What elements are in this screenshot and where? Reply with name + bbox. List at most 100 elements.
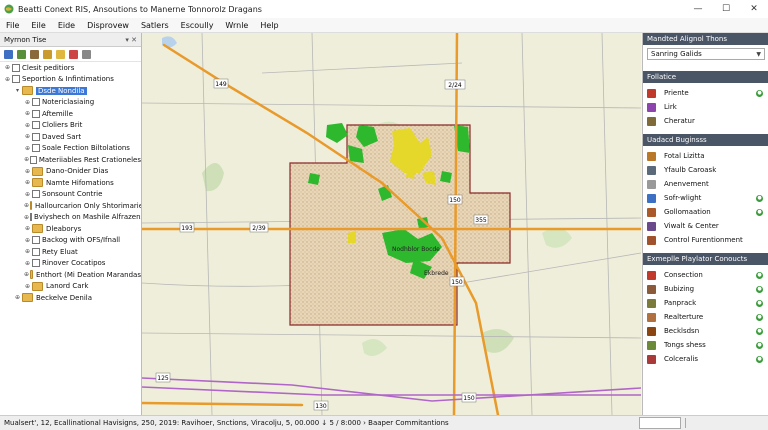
- menu-eide[interactable]: Eide: [58, 21, 75, 30]
- expand-icon[interactable]: ⊕: [24, 168, 31, 175]
- tree-item[interactable]: ⊕ Cloliers Brit: [0, 120, 141, 132]
- expand-icon[interactable]: ⊕: [24, 156, 29, 163]
- panel-item[interactable]: Yfaulb Caroask: [643, 163, 768, 177]
- maximize-button[interactable]: ☐: [712, 0, 740, 18]
- tree-item[interactable]: ⊕ Materiiables Rest Crationeles: [0, 154, 141, 166]
- tree-item[interactable]: ⊕ Aftemille: [0, 108, 141, 120]
- map-svg[interactable]: 149 2/24 150 355 193 2/39 150 125 130 15…: [142, 33, 641, 415]
- tree-item[interactable]: ⊕ Notericlasiaing: [0, 97, 141, 109]
- layer-checkbox[interactable]: [32, 259, 40, 268]
- tree-item[interactable]: ⊕ Beckelve Denila: [0, 292, 141, 304]
- tree-item[interactable]: ⊕ Rinover Cocatipos: [0, 258, 141, 270]
- tree-item[interactable]: ⊕ Sonsount Contrie: [0, 189, 141, 201]
- tree-item[interactable]: ⊕ Dano-Onider Dias: [0, 166, 141, 178]
- menu-edit[interactable]: Eile: [31, 21, 45, 30]
- tree-item[interactable]: ⊕ Hallourcarion Only Shtorimariet: [0, 200, 141, 212]
- menu-settings[interactable]: Satlers: [141, 21, 169, 30]
- tree-item[interactable]: ⊕ Soale Fection Biltolations: [0, 143, 141, 155]
- expand-icon[interactable]: ⊕: [24, 237, 31, 244]
- expand-icon[interactable]: ⊕: [24, 133, 31, 140]
- panel-item[interactable]: Bubizing ●: [643, 282, 768, 296]
- expand-icon[interactable]: ⊕: [24, 248, 31, 255]
- layer-checkbox[interactable]: [30, 213, 33, 222]
- panel-item[interactable]: Anenvement: [643, 177, 768, 191]
- tree-item-label: Seportion & Infintimations: [22, 75, 114, 84]
- grid-icon[interactable]: [17, 49, 26, 59]
- pencil-icon[interactable]: [69, 49, 78, 59]
- tree-item[interactable]: ⊕ Namte Hifomations: [0, 177, 141, 189]
- panel-item[interactable]: Realterture ●: [643, 310, 768, 324]
- remove-icon[interactable]: [82, 49, 91, 59]
- map-canvas[interactable]: 149 2/24 150 355 193 2/39 150 125 130 15…: [142, 33, 641, 415]
- expand-icon[interactable]: ⊕: [24, 271, 29, 278]
- basemap-dropdown[interactable]: Sanring Galids ▼: [647, 48, 765, 60]
- scale-box[interactable]: [685, 418, 766, 428]
- tree-item[interactable]: ⊕ Seportion & Infintimations: [0, 74, 141, 86]
- tree-item[interactable]: ⊕ Rety Eluat: [0, 246, 141, 258]
- add-layer-icon[interactable]: [4, 49, 13, 59]
- collapse-icon[interactable]: ▾: [14, 87, 21, 94]
- menu-window[interactable]: Wrnle: [225, 21, 248, 30]
- panel-item[interactable]: Consection ●: [643, 268, 768, 282]
- panel-item[interactable]: Colceralis ●: [643, 352, 768, 366]
- filter-icon[interactable]: [43, 49, 52, 59]
- close-button[interactable]: ✕: [740, 0, 768, 18]
- panel-item[interactable]: Priente ●: [643, 86, 768, 100]
- expand-icon[interactable]: ⊕: [24, 225, 31, 232]
- layer-checkbox[interactable]: [12, 75, 20, 84]
- expand-icon[interactable]: ⊕: [24, 214, 29, 221]
- expand-icon[interactable]: ⊕: [24, 179, 31, 186]
- expand-icon[interactable]: ⊕: [4, 64, 11, 71]
- layer-checkbox[interactable]: [32, 190, 40, 199]
- expand-icon[interactable]: ⊕: [24, 145, 31, 152]
- layer-checkbox[interactable]: [32, 98, 40, 107]
- expand-icon[interactable]: ⊕: [24, 283, 31, 290]
- tree-item[interactable]: ⊕ Lanord Cark: [0, 281, 141, 293]
- panel-item[interactable]: Gollomaation ●: [643, 205, 768, 219]
- panel-item[interactable]: Fotal Lizitta: [643, 149, 768, 163]
- folder-icon: [32, 166, 43, 176]
- coordinate-box[interactable]: [639, 417, 681, 429]
- layers-icon[interactable]: [30, 49, 39, 59]
- expand-icon[interactable]: ⊕: [24, 202, 29, 209]
- layer-checkbox[interactable]: [32, 109, 40, 118]
- layer-checkbox[interactable]: [12, 63, 20, 72]
- layer-checkbox[interactable]: [32, 247, 40, 256]
- layer-checkbox[interactable]: [32, 121, 40, 130]
- tree-item[interactable]: ⊕ Enthort (Mi Deation Marandas: [0, 269, 141, 281]
- expand-icon[interactable]: ⊕: [24, 122, 31, 129]
- layer-checkbox[interactable]: [30, 155, 37, 164]
- tree-item[interactable]: ▾ Dsde Nondila: [0, 85, 141, 97]
- panel-item[interactable]: Sofr-wlight ●: [643, 191, 768, 205]
- expand-icon[interactable]: ⊕: [24, 110, 31, 117]
- layer-checkbox[interactable]: [32, 144, 40, 153]
- layer-checkbox[interactable]: [32, 132, 40, 141]
- tree-item-label: Dano-Onider Dias: [46, 167, 109, 176]
- expand-icon[interactable]: ⊕: [24, 260, 31, 267]
- expand-icon[interactable]: ⊕: [24, 99, 31, 106]
- panel-item[interactable]: Cheratur: [643, 114, 768, 128]
- tree-item[interactable]: ⊕ Dleaborys: [0, 223, 141, 235]
- panel-item[interactable]: Becklsdsn ●: [643, 324, 768, 338]
- menu-help[interactable]: Help: [260, 21, 278, 30]
- expand-icon[interactable]: ⊕: [4, 76, 11, 83]
- expand-icon[interactable]: ⊕: [24, 191, 31, 198]
- panel-item[interactable]: Lirk: [643, 100, 768, 114]
- tree-item[interactable]: ⊕ Clesit peditiors: [0, 62, 141, 74]
- panel-pin-close-icon[interactable]: ▾ ✕: [125, 36, 137, 44]
- tree-item[interactable]: ⊕ Backog with OFS/Ifnall: [0, 235, 141, 247]
- menu-file[interactable]: File: [6, 21, 19, 30]
- expand-icon[interactable]: ⊕: [14, 294, 21, 301]
- tree-item[interactable]: ⊕ Daved Sart: [0, 131, 141, 143]
- minimize-button[interactable]: —: [684, 0, 712, 18]
- menu-escoully[interactable]: Escoully: [181, 21, 214, 30]
- tree-item[interactable]: ⊕ Bviyshech on Mashile Alfrazens: [0, 212, 141, 224]
- folder-icon[interactable]: [56, 49, 65, 59]
- menu-view[interactable]: Disprovew: [87, 21, 129, 30]
- layer-checkbox[interactable]: [32, 236, 40, 245]
- tree-item-label: Hallourcarion Only Shtorimariet: [35, 201, 141, 210]
- panel-item[interactable]: Viwalt & Center: [643, 219, 768, 233]
- panel-item[interactable]: Tongs shess ●: [643, 338, 768, 352]
- panel-item[interactable]: Control Furentionment: [643, 233, 768, 247]
- panel-item[interactable]: Panprack ●: [643, 296, 768, 310]
